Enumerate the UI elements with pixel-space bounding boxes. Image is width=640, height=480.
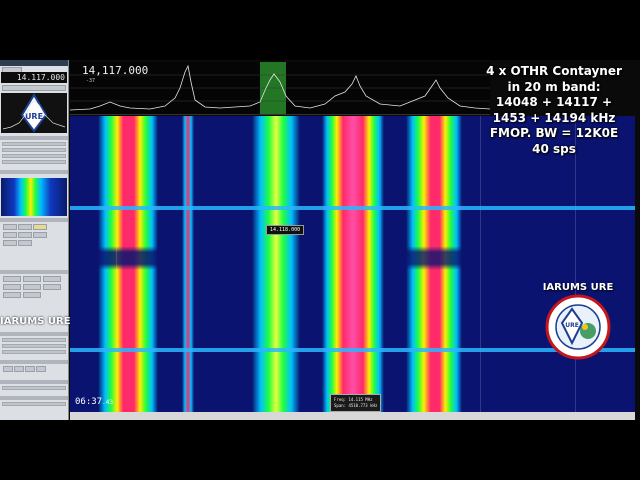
noise-section-header[interactable] xyxy=(0,360,68,364)
signal-band-14194 xyxy=(406,116,462,412)
mode-button[interactable] xyxy=(3,232,17,238)
iarums-title: IARUMS URE xyxy=(542,282,614,293)
control-panel: 14.117.000 URE xyxy=(0,60,69,420)
panel-titlebar xyxy=(0,60,68,66)
mode-section-header[interactable] xyxy=(0,218,68,222)
caption-overlay: 4 x OTHR Contayner in 20 m band: 14048 +… xyxy=(474,64,634,157)
clock-time: 06:37 xyxy=(75,397,103,407)
caption-line-3: 14048 + 14117 + xyxy=(495,95,613,109)
grid-line xyxy=(575,116,576,412)
caption-line-4: 1453 + 14194 kHz xyxy=(492,110,616,125)
filter-section-header[interactable] xyxy=(0,270,68,274)
mode-button[interactable] xyxy=(33,232,47,238)
threshold-slider[interactable] xyxy=(2,350,66,354)
audio-section-header[interactable] xyxy=(0,332,68,336)
svg-text:URE: URE xyxy=(25,112,43,121)
mini-waterfall xyxy=(1,178,67,216)
filter-button[interactable] xyxy=(3,284,21,290)
svg-text:URE: URE xyxy=(565,322,579,329)
cursor-frequency-tooltip: 14.118.000 xyxy=(266,225,305,235)
waterfall-display[interactable] xyxy=(70,116,635,412)
option-button[interactable] xyxy=(14,366,24,372)
panel-frequency-display[interactable]: 14.117.000 xyxy=(1,72,67,83)
narrow-carrier xyxy=(182,116,194,412)
iarums-seal-icon: URE xyxy=(545,294,611,360)
filter-button[interactable] xyxy=(43,284,61,290)
iarums-logo: IARUMS URE URE xyxy=(538,282,618,365)
clock-display: 06:37.43 xyxy=(75,397,113,407)
option-button[interactable] xyxy=(3,366,13,372)
caption-line-2: in 20 m band: xyxy=(507,79,601,94)
frequency-axis xyxy=(70,412,635,420)
caption-line-6: 40 sps xyxy=(532,141,576,156)
filter-button[interactable] xyxy=(3,276,21,282)
signal-band-14117 xyxy=(252,116,300,412)
squelch-slider[interactable] xyxy=(2,338,66,342)
mode-button[interactable] xyxy=(18,232,32,238)
freq-span-readout: Freq: 14.115 MHz Span: 4510.773 kHz xyxy=(330,394,382,412)
zoom-section-header[interactable] xyxy=(0,396,68,400)
volume-slider[interactable] xyxy=(2,344,66,348)
option-button[interactable] xyxy=(36,366,46,372)
signal-band-14048 xyxy=(98,116,158,412)
zoom-row[interactable] xyxy=(2,402,66,406)
mode-button[interactable] xyxy=(3,224,17,230)
mode-button-active[interactable] xyxy=(33,224,47,230)
span-readout: Span: 4510.773 kHz xyxy=(334,403,378,408)
grid-line xyxy=(480,116,481,412)
caption-line-1: 4 x OTHR Contayner xyxy=(486,64,622,78)
filter-button[interactable] xyxy=(3,292,21,298)
mode-button[interactable] xyxy=(18,240,32,246)
display-section-header[interactable] xyxy=(0,136,68,140)
mode-button[interactable] xyxy=(3,240,17,246)
display-option-row[interactable] xyxy=(2,148,66,152)
mini-spectrum: URE xyxy=(1,93,67,133)
mini-waterfall-header xyxy=(0,170,68,174)
display-option-row[interactable] xyxy=(2,142,66,146)
source-selector[interactable] xyxy=(2,85,66,91)
left-watermark: IARUMS URE xyxy=(0,316,71,327)
filter-button[interactable] xyxy=(23,284,41,290)
filter-button[interactable] xyxy=(23,292,41,298)
ure-logo-icon: URE xyxy=(2,93,66,133)
clock-seconds: .43 xyxy=(102,399,113,406)
mode-button[interactable] xyxy=(18,224,32,230)
display-option-row[interactable] xyxy=(2,154,66,158)
sdr-screen: 14.117.000 URE IARUMS URE 14,117.000 -37… xyxy=(0,60,640,420)
display-option-row[interactable] xyxy=(2,160,66,164)
level-scale-label: -37 xyxy=(86,78,96,84)
center-frequency-display[interactable]: 14,117.000 xyxy=(82,64,148,77)
option-button[interactable] xyxy=(25,366,35,372)
interference-line xyxy=(70,206,635,210)
signal-band-14145 xyxy=(322,116,384,412)
recording-row[interactable] xyxy=(2,386,66,390)
recording-section-header[interactable] xyxy=(0,380,68,384)
spectrum-display[interactable]: 14,117.000 -37 xyxy=(70,62,490,115)
filter-button[interactable] xyxy=(23,276,41,282)
caption-line-5: FMOP. BW = 12K0E xyxy=(489,126,619,140)
filter-button[interactable] xyxy=(43,276,61,282)
